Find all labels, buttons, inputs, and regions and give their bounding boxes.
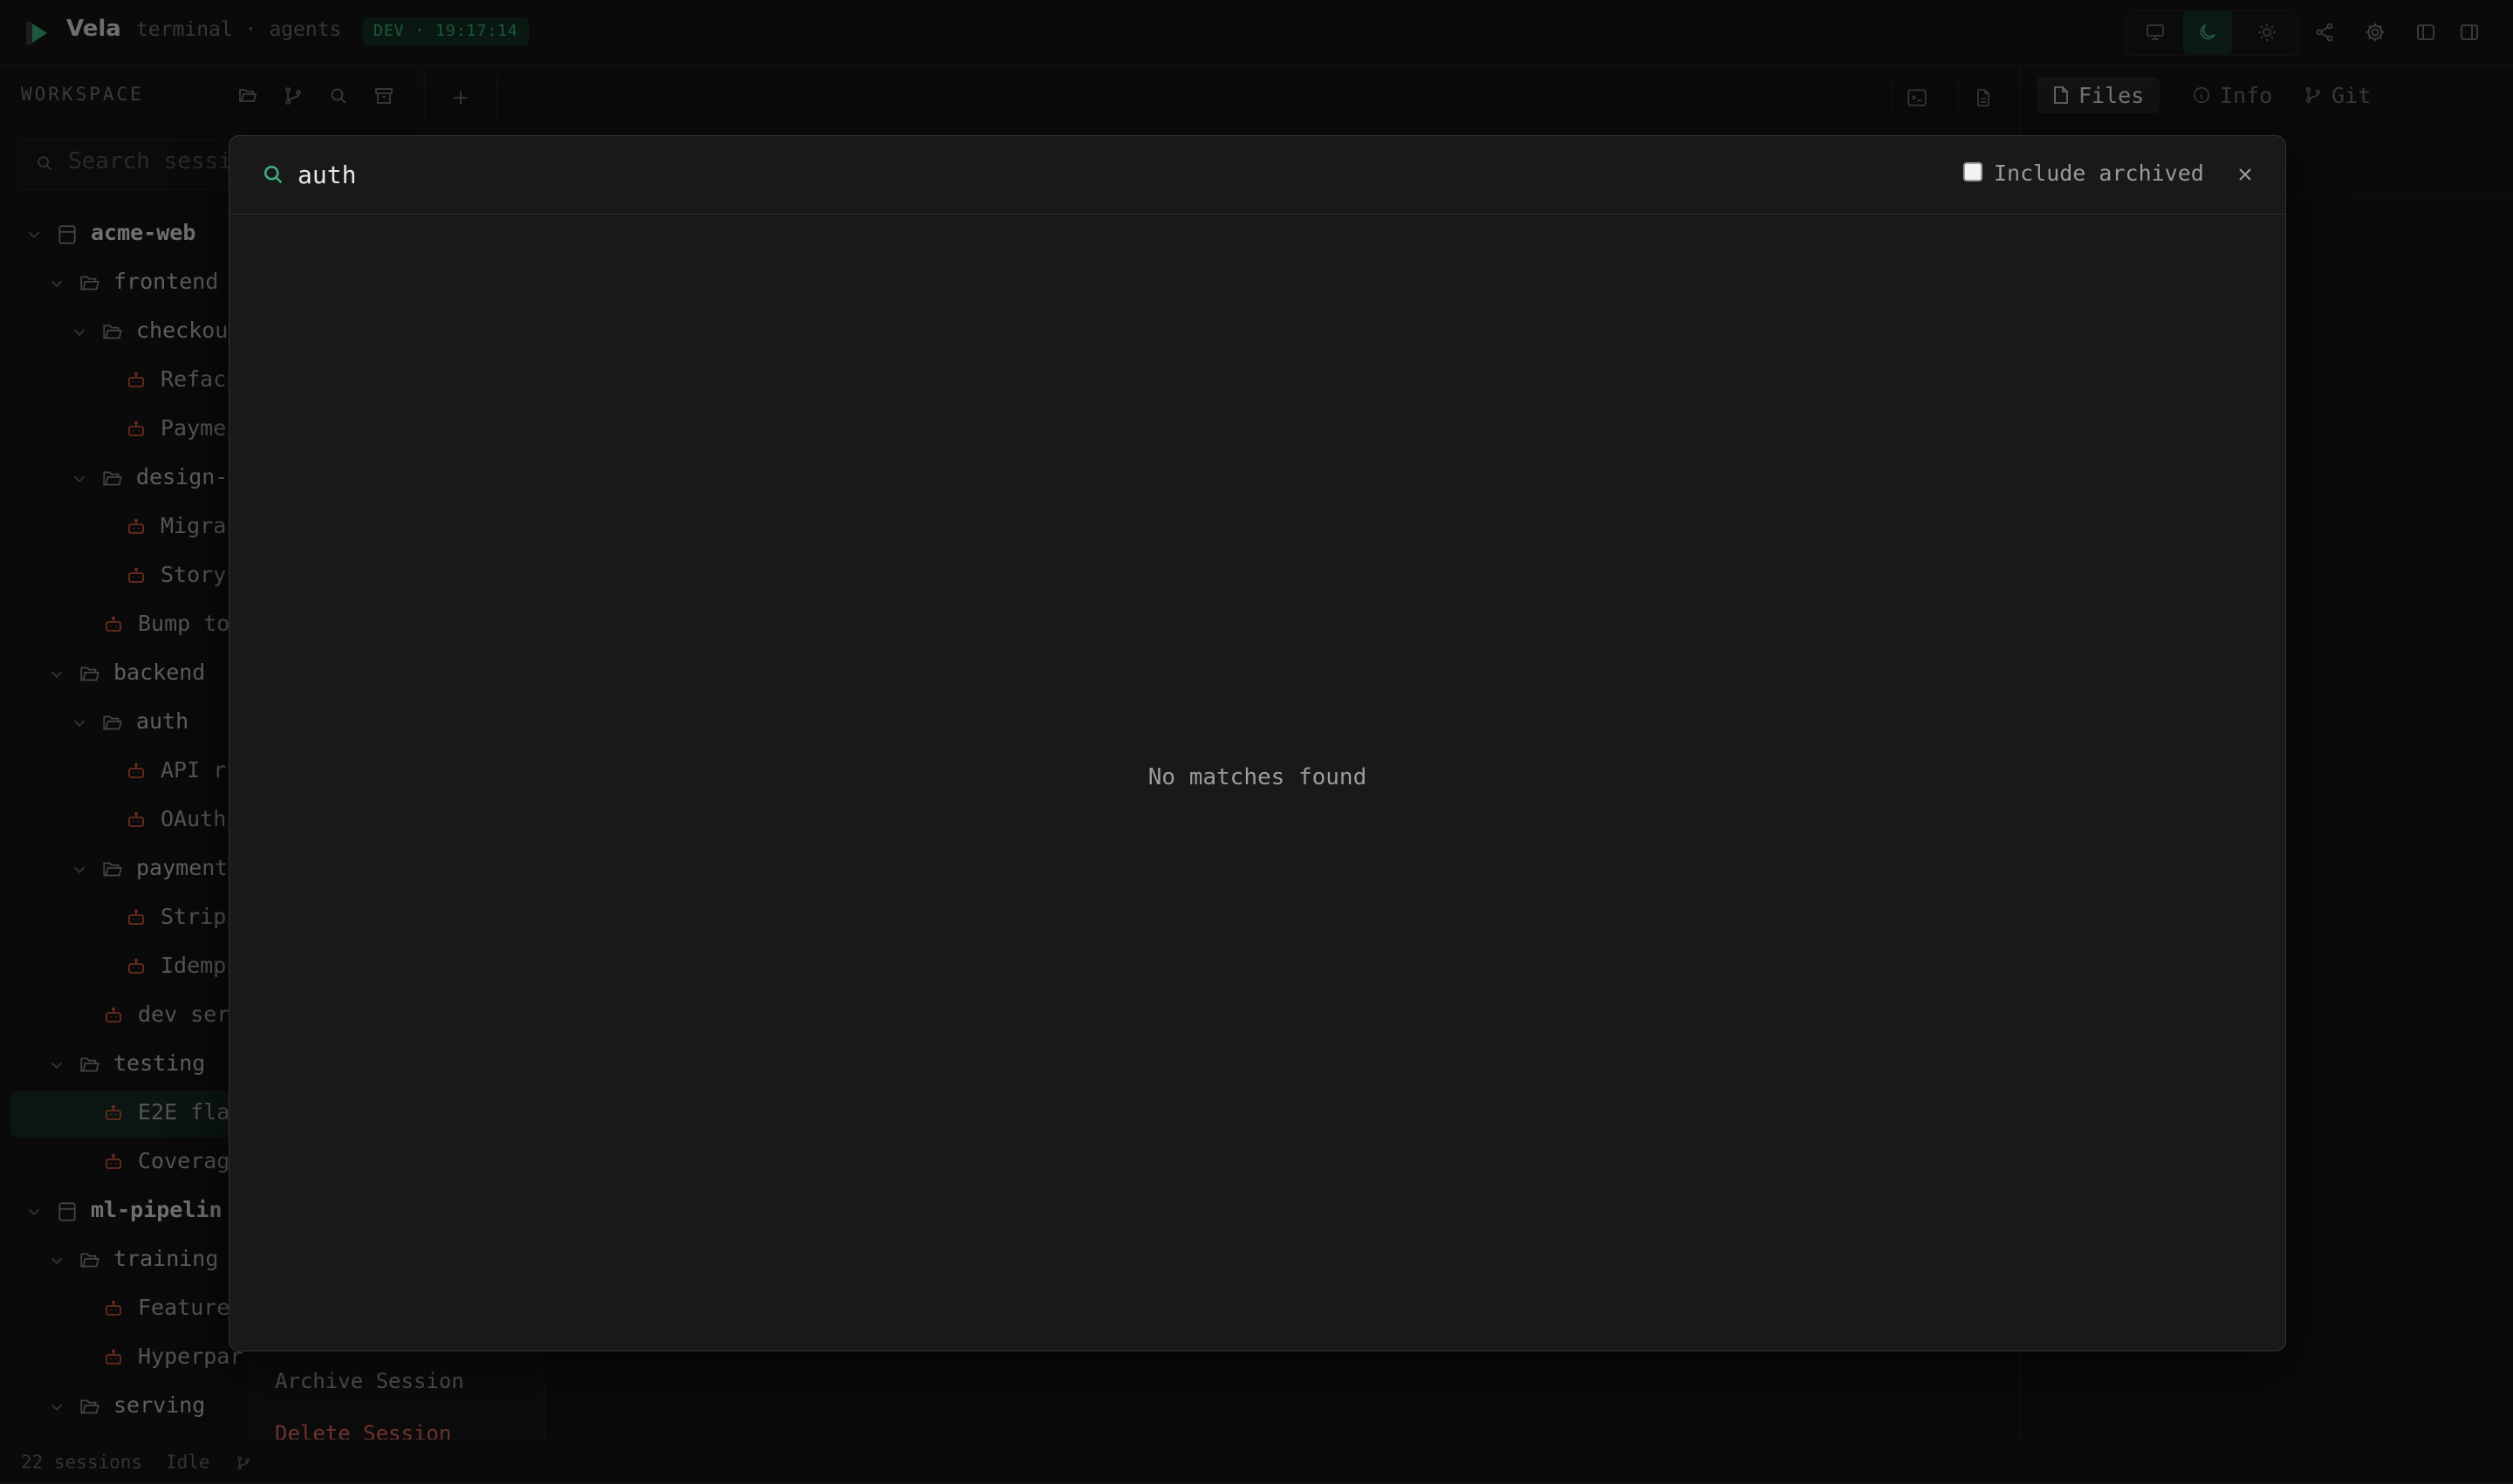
modal-search-input[interactable] <box>298 155 1868 194</box>
search-icon <box>261 162 285 187</box>
empty-state-message: No matches found <box>1147 764 1367 790</box>
session-search-modal: Include archived No matches found <box>229 135 2286 1351</box>
close-icon[interactable] <box>2229 159 2261 190</box>
include-archived-label[interactable]: Include archived <box>1994 161 2204 186</box>
include-archived-checkbox[interactable] <box>1963 162 1982 181</box>
